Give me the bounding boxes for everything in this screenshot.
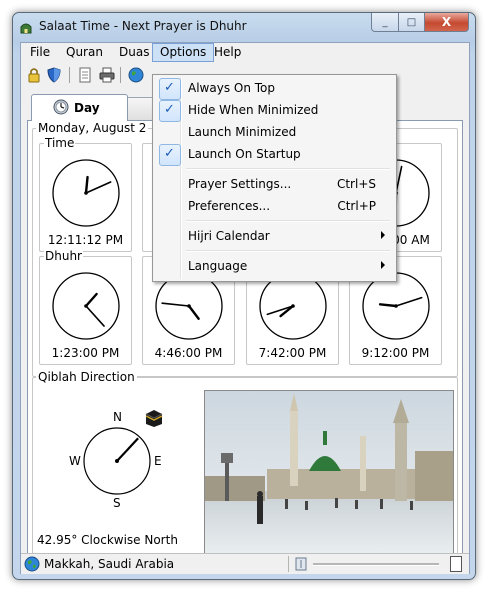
compass-east: E	[154, 454, 162, 468]
tab-day[interactable]: Day	[31, 94, 128, 121]
clock-time-text: 12:11:12 PM	[47, 233, 124, 247]
clock-center	[187, 304, 191, 308]
status-bar: Makkah, Saudi Arabia	[21, 553, 469, 574]
window-title: Salaat Time - Next Prayer is Dhuhr	[39, 19, 247, 33]
maximize-button[interactable]: □	[399, 13, 425, 32]
check-icon: ✓	[159, 78, 181, 100]
submenu-arrow-icon	[381, 261, 385, 269]
menu-duas[interactable]: Duas	[112, 44, 156, 61]
hour-hand	[84, 175, 89, 195]
globe-icon[interactable]	[127, 66, 145, 84]
kaaba-icon	[145, 410, 163, 427]
compass-south: S	[113, 496, 121, 508]
lock-icon[interactable]	[25, 66, 43, 84]
clock-dhuhr: Dhuhr 1:23:00 PM	[39, 249, 132, 365]
globe-status-icon	[24, 556, 40, 572]
date-label: Monday, August 2	[36, 121, 149, 135]
minimize-button[interactable]: _	[371, 13, 399, 32]
analog-clock-face	[52, 272, 120, 340]
app-window: Salaat Time - Next Prayer is Dhuhr _ □ X…	[12, 12, 476, 580]
menu-launch-on-startup[interactable]: ✓ Launch On Startup	[155, 143, 394, 166]
shield-icon[interactable]	[45, 66, 63, 84]
printer-icon[interactable]	[98, 66, 116, 84]
menu-launch-minimized[interactable]: Launch Minimized	[155, 121, 394, 143]
clock-time-text: 1:23:00 PM	[51, 346, 120, 360]
compass-north: N	[113, 410, 122, 424]
analog-clock-face	[52, 159, 120, 227]
mosque-photo	[204, 390, 454, 555]
hour-hand	[378, 303, 398, 308]
clock-center	[394, 304, 398, 308]
clock-time-text: 4:46:00 PM	[154, 346, 223, 360]
menu-hijri-calendar[interactable]: Hijri Calendar	[155, 225, 394, 247]
clock-label: Time	[44, 136, 76, 150]
menu-language[interactable]: Language	[155, 255, 394, 277]
clock-time-text: 7:42:00 PM	[258, 346, 327, 360]
submenu-arrow-icon	[381, 231, 385, 239]
clock-center	[291, 304, 295, 308]
document-icon[interactable]	[76, 66, 94, 84]
clock-center	[84, 304, 88, 308]
clock-tab-icon	[53, 99, 69, 115]
clock-label: Dhuhr	[44, 249, 83, 263]
menu-quran[interactable]: Quran	[59, 44, 110, 61]
menu-bar: File Quran Duas Options Help	[21, 43, 469, 62]
title-bar[interactable]: Salaat Time - Next Prayer is Dhuhr _ □ X	[13, 13, 475, 41]
clock-time: Time 12:11:12 PM	[39, 136, 132, 252]
menu-file[interactable]: File	[23, 44, 57, 61]
menu-help[interactable]: Help	[207, 44, 248, 61]
resize-grip[interactable]	[450, 556, 462, 572]
options-menu: ✓ Always On Top ✓ Hide When Minimized La…	[152, 74, 397, 282]
menu-always-on-top[interactable]: ✓ Always On Top	[155, 77, 394, 100]
menu-preferences[interactable]: Preferences... Ctrl+P	[155, 195, 394, 217]
tab-day-label: Day	[74, 101, 100, 115]
volume-icon[interactable]	[295, 557, 307, 571]
check-icon: ✓	[159, 144, 181, 166]
compass-west: W	[69, 454, 81, 468]
qiblah-title: Qiblah Direction	[36, 370, 137, 384]
clock-center	[84, 191, 88, 195]
clock-time-text: 9:12:00 PM	[361, 346, 430, 360]
qiblah-reading: 42.95° Clockwise North	[37, 533, 178, 547]
check-icon: ✓	[159, 100, 181, 122]
menu-hide-when-minimized[interactable]: ✓ Hide When Minimized	[155, 99, 394, 122]
menu-prayer-settings[interactable]: Prayer Settings... Ctrl+S	[155, 173, 394, 195]
qiblah-group: Qiblah Direction N E S W 42.95° Clockwis…	[32, 370, 458, 564]
status-location: Makkah, Saudi Arabia	[44, 557, 175, 571]
salaat-app-icon	[20, 23, 32, 34]
menu-options[interactable]: Options	[152, 43, 215, 62]
close-button[interactable]: X	[425, 13, 469, 32]
volume-slider[interactable]	[313, 563, 439, 566]
